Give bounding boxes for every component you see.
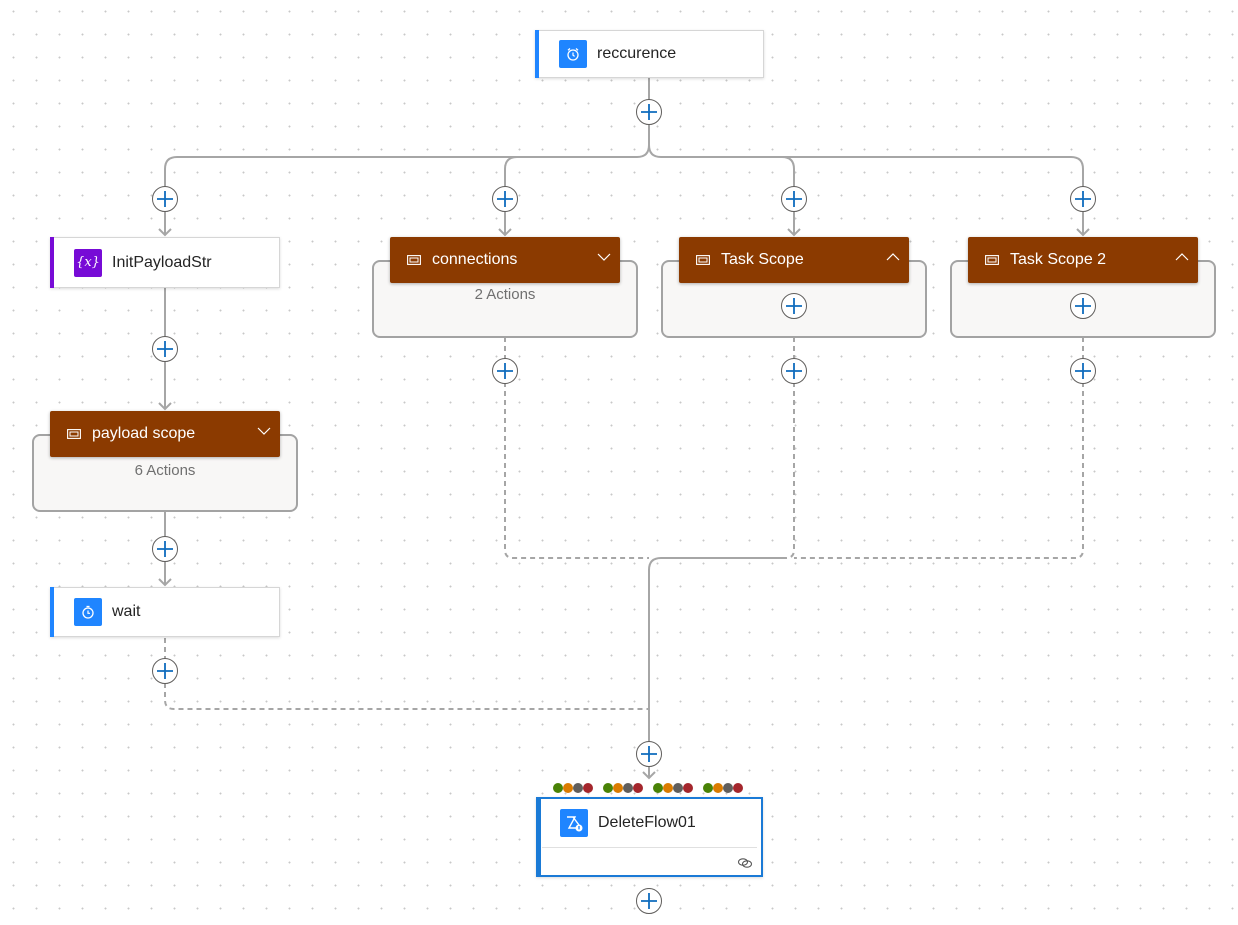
run-after-status-group: [553, 783, 593, 793]
add-action-button[interactable]: [152, 536, 178, 562]
connector-wait-to-delete: [164, 638, 649, 710]
plus-icon: [157, 341, 173, 357]
connector-connections-to-delete: [504, 337, 649, 559]
add-action-button[interactable]: [636, 99, 662, 125]
plus-icon: [157, 191, 173, 207]
connector-trigger-to-init: [164, 78, 650, 235]
add-action-button[interactable]: [1070, 186, 1096, 212]
card-accent-bar: [50, 237, 54, 288]
add-action-button[interactable]: [781, 186, 807, 212]
variable-icon: {x}: [74, 248, 102, 277]
plus-icon: [786, 363, 802, 379]
connector-merge-to-delete: [648, 557, 786, 778]
chevron-down-icon[interactable]: [596, 249, 612, 265]
chevron-up-icon[interactable]: [1174, 249, 1190, 265]
status-dot-failed: [633, 783, 643, 793]
run-after-status-group: [653, 783, 693, 793]
status-dot-timed-out: [663, 783, 673, 793]
add-action-button[interactable]: [152, 336, 178, 362]
scope-icon: [985, 252, 1001, 268]
plus-icon: [786, 298, 802, 314]
status-dot-timed-out: [613, 783, 623, 793]
add-action-button[interactable]: [636, 741, 662, 767]
action-card-init-payload[interactable]: {x} InitPayloadStr: [50, 237, 280, 288]
scope-icon: [696, 252, 712, 268]
action-card-wait[interactable]: wait: [50, 587, 280, 637]
card-label: reccurence: [597, 45, 677, 62]
run-after-status-group: [703, 783, 743, 793]
status-dot-skipped: [673, 783, 683, 793]
add-action-in-scope-button[interactable]: [781, 293, 807, 319]
status-dot-succeeded: [653, 783, 663, 793]
delete-flow-icon: [560, 809, 588, 837]
plus-icon: [157, 663, 173, 679]
status-dot-failed: [683, 783, 693, 793]
scope-action-count: 2 Actions: [474, 286, 536, 303]
plus-icon: [497, 191, 513, 207]
scope-label: Task Scope 2: [1010, 251, 1107, 268]
add-action-in-scope-button[interactable]: [1070, 293, 1096, 319]
plus-icon: [641, 893, 657, 909]
scope-header-payload[interactable]: payload scope: [50, 411, 280, 457]
connection-link-icon[interactable]: [737, 857, 753, 869]
chevron-up-icon[interactable]: [885, 249, 901, 265]
trigger-card-recurrence[interactable]: reccurence: [535, 30, 764, 78]
card-divider: [542, 847, 757, 848]
run-after-status-group: [603, 783, 643, 793]
scope-label: connections: [432, 251, 518, 268]
add-action-button[interactable]: [636, 888, 662, 914]
scope-icon: [67, 426, 83, 442]
card-label: wait: [112, 603, 141, 620]
scope-action-count: 6 Actions: [134, 462, 196, 479]
connector-taskscope2-to-delete: [794, 337, 1084, 559]
status-dot-succeeded: [603, 783, 613, 793]
plus-icon: [1075, 191, 1091, 207]
status-dot-skipped: [623, 783, 633, 793]
card-accent-bar: [535, 30, 539, 78]
add-action-button[interactable]: [492, 186, 518, 212]
stopwatch-icon: [74, 598, 102, 626]
card-label: DeleteFlow01: [598, 814, 696, 831]
status-dot-succeeded: [553, 783, 563, 793]
status-dot-succeeded: [703, 783, 713, 793]
scope-header-connections[interactable]: connections: [390, 237, 620, 283]
add-action-button[interactable]: [781, 358, 807, 384]
plus-icon: [157, 541, 173, 557]
scope-header-task-scope-2[interactable]: Task Scope 2: [968, 237, 1198, 283]
card-label: InitPayloadStr: [112, 253, 212, 271]
scope-header-task-scope[interactable]: Task Scope: [679, 237, 909, 283]
plus-icon: [641, 104, 657, 120]
card-accent-bar: [50, 587, 54, 637]
scope-icon: [407, 252, 423, 268]
add-action-button[interactable]: [1070, 358, 1096, 384]
plus-icon: [641, 746, 657, 762]
status-dot-timed-out: [713, 783, 723, 793]
status-dot-failed: [733, 783, 743, 793]
status-dot-failed: [583, 783, 593, 793]
action-card-delete-flow[interactable]: DeleteFlow01: [536, 797, 763, 877]
run-after-status-indicators: [553, 783, 753, 793]
add-action-button[interactable]: [152, 658, 178, 684]
add-action-button[interactable]: [152, 186, 178, 212]
plus-icon: [497, 363, 513, 379]
status-dot-timed-out: [563, 783, 573, 793]
plus-icon: [1075, 298, 1091, 314]
status-dot-skipped: [723, 783, 733, 793]
status-dot-skipped: [573, 783, 583, 793]
scope-label: Task Scope: [721, 251, 804, 268]
plus-icon: [1075, 363, 1091, 379]
plus-icon: [786, 191, 802, 207]
add-action-button[interactable]: [492, 358, 518, 384]
connector-trigger-to-taskscope2: [648, 144, 1084, 235]
scope-label: payload scope: [92, 425, 196, 442]
chevron-down-icon[interactable]: [256, 423, 272, 439]
alarm-clock-icon: [559, 40, 587, 68]
